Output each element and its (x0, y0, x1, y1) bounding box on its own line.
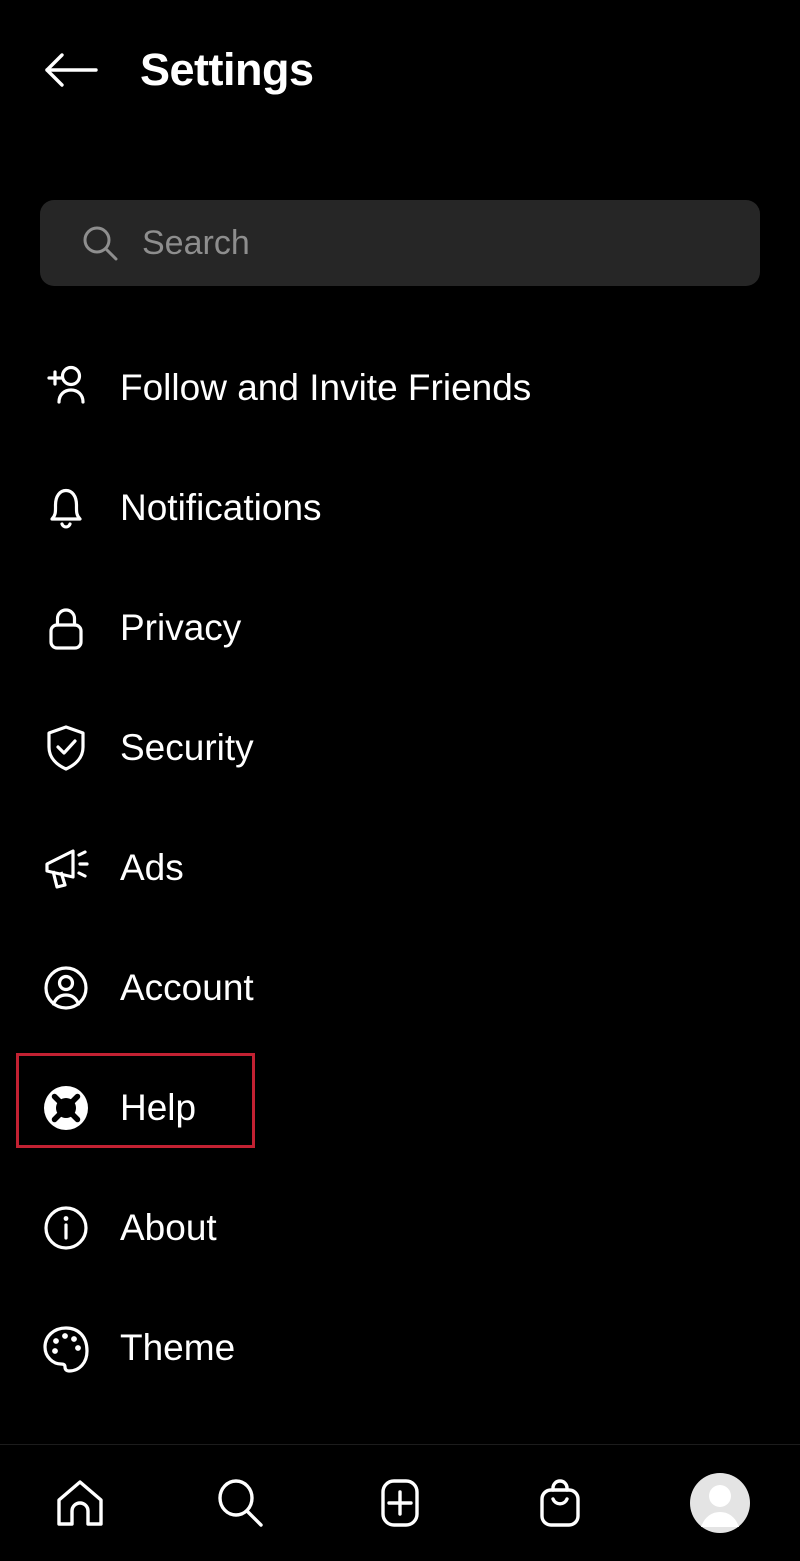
settings-item-account[interactable]: Account (0, 928, 800, 1048)
search-placeholder: Search (142, 223, 250, 262)
nav-search-button[interactable] (192, 1455, 288, 1551)
search-icon (80, 223, 120, 263)
bell-icon (40, 482, 92, 534)
nav-shop-button[interactable] (512, 1455, 608, 1551)
settings-item-label: Help (120, 1087, 197, 1128)
search-input[interactable]: Search (40, 200, 760, 286)
home-icon (57, 1480, 103, 1526)
settings-item-label: Theme (120, 1327, 236, 1368)
app-header: Settings (0, 0, 800, 140)
palette-icon (40, 1322, 92, 1374)
lock-icon (40, 602, 92, 654)
settings-item-theme[interactable]: Theme (0, 1288, 800, 1408)
settings-item-about[interactable]: About (0, 1168, 800, 1288)
shopping-bag-icon (540, 1479, 580, 1527)
settings-item-label: About (120, 1207, 217, 1248)
shield-check-icon (40, 722, 92, 774)
page-title: Settings (140, 44, 314, 95)
settings-item-label: Notifications (120, 487, 322, 528)
search-icon (218, 1479, 263, 1527)
settings-item-ads[interactable]: Ads (0, 808, 800, 928)
nav-create-button[interactable] (352, 1455, 448, 1551)
account-circle-icon (40, 962, 92, 1014)
megaphone-icon (40, 842, 92, 894)
arrow-left-icon (45, 53, 98, 87)
plus-square-icon (381, 1479, 419, 1527)
settings-item-label: Ads (120, 847, 184, 888)
settings-item-security[interactable]: Security (0, 688, 800, 808)
back-button[interactable] (28, 27, 114, 113)
settings-item-label: Account (120, 967, 254, 1008)
settings-item-follow-and-invite-friends[interactable]: Follow and Invite Friends (0, 328, 800, 448)
settings-item-label: Follow and Invite Friends (120, 367, 532, 408)
settings-item-notifications[interactable]: Notifications (0, 448, 800, 568)
settings-item-label: Privacy (120, 607, 242, 648)
info-circle-icon (40, 1202, 92, 1254)
settings-item-help[interactable]: Help (0, 1048, 800, 1168)
lifebuoy-icon (40, 1082, 92, 1134)
avatar-icon (690, 1473, 750, 1533)
settings-item-privacy[interactable]: Privacy (0, 568, 800, 688)
person-add-icon (40, 362, 92, 414)
bottom-navigation-bar (0, 1444, 800, 1561)
nav-home-button[interactable] (32, 1455, 128, 1551)
settings-item-label: Security (120, 727, 254, 768)
settings-menu-list: Follow and Invite Friends Notifications … (0, 328, 800, 1408)
settings-screen: Settings Search Follow and Invite Friend… (0, 0, 800, 1561)
nav-profile-button[interactable] (672, 1455, 768, 1551)
